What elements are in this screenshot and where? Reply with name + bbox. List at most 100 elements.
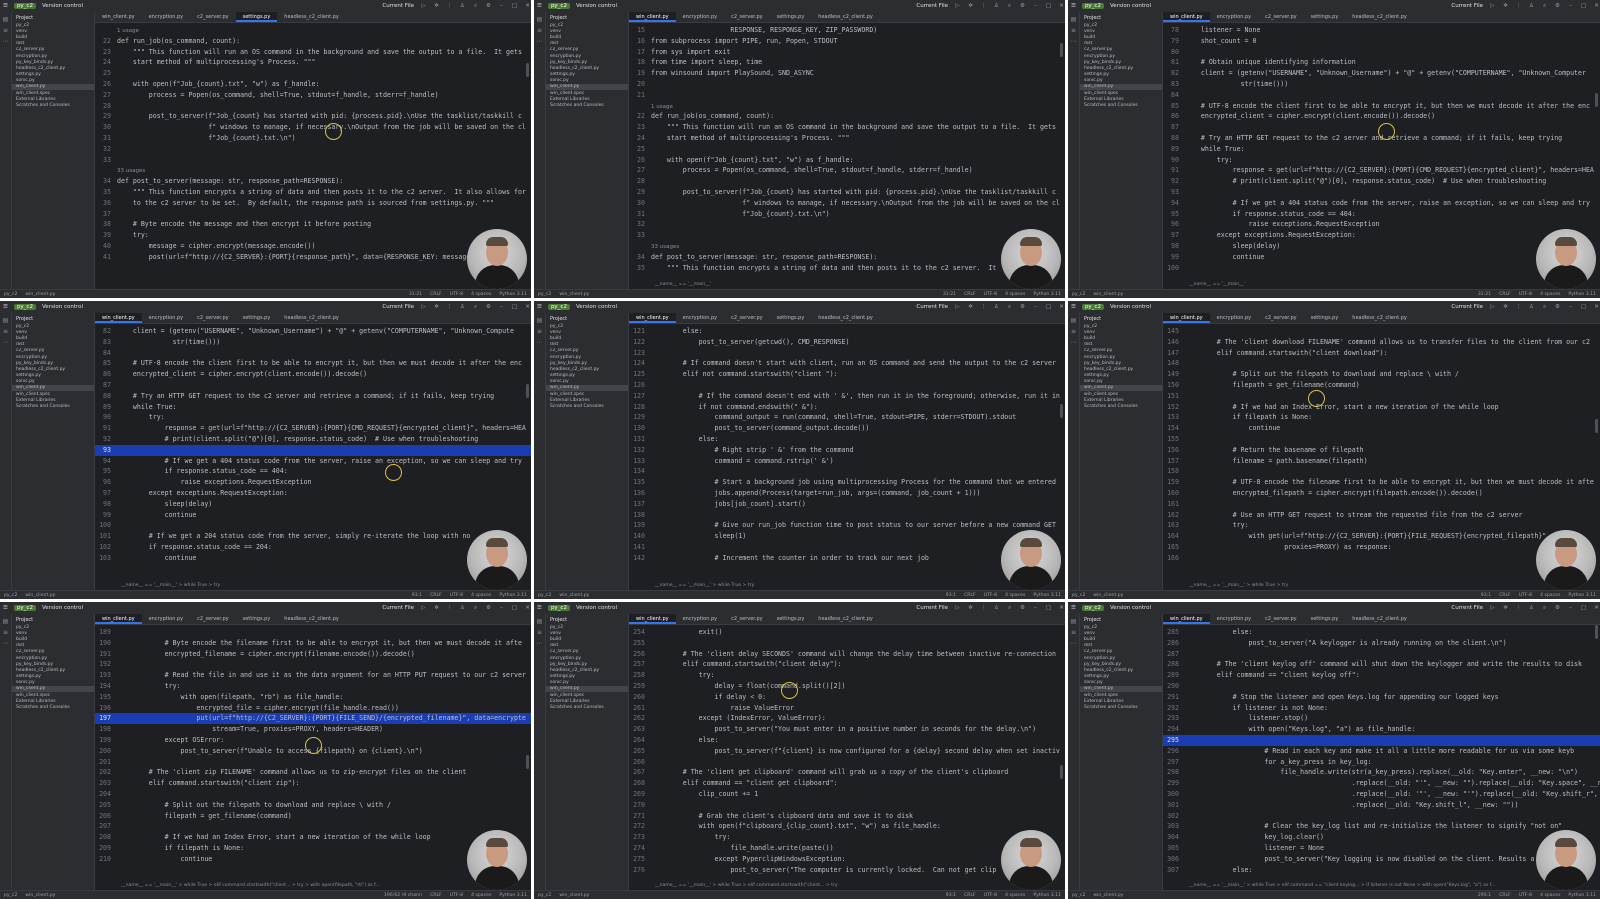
structure-icon[interactable]: ≡: [534, 629, 545, 636]
editor-tab[interactable]: c2_server.py: [1258, 313, 1304, 323]
status-item[interactable]: UTF-8: [450, 893, 463, 898]
minimize-icon[interactable]: –: [1567, 3, 1574, 9]
minimize-icon[interactable]: –: [1032, 304, 1039, 310]
debug-icon[interactable]: ✲: [433, 3, 440, 9]
status-item[interactable]: UTF-8: [450, 593, 463, 598]
run-config-selector[interactable]: Current File: [916, 605, 948, 611]
vcs-menu[interactable]: Version control: [1110, 605, 1151, 611]
editor-tab[interactable]: encryption.py: [142, 614, 190, 624]
structure-icon[interactable]: ≡: [0, 328, 11, 335]
run-icon[interactable]: ▷: [1489, 605, 1496, 611]
status-item[interactable]: Python 3.11: [1568, 593, 1596, 598]
editor-tab[interactable]: encryption.py: [676, 614, 724, 624]
status-item[interactable]: win_client.py: [1093, 893, 1123, 898]
more-tools-icon[interactable]: ⋯: [1068, 640, 1079, 647]
editor-tab[interactable]: c2_server.py: [1258, 614, 1304, 624]
debug-icon[interactable]: ✲: [433, 304, 440, 310]
status-item[interactable]: py_c2: [1072, 292, 1085, 297]
code-editor[interactable]: 1 usage 22 def run_job(os_command, count):…: [95, 23, 531, 289]
status-item[interactable]: win_client.py: [25, 593, 55, 598]
debug-icon[interactable]: ✲: [967, 605, 974, 611]
folder-icon[interactable]: ▤: [0, 317, 11, 324]
editor-tab[interactable]: headless_c2_client.py: [277, 313, 346, 323]
editor-tab[interactable]: c2_server.py: [190, 12, 236, 22]
status-item[interactable]: py_c2: [538, 292, 551, 297]
editor-tab[interactable]: c2_server.py: [724, 313, 770, 323]
close-icon[interactable]: ✕: [524, 304, 531, 310]
menu-icon[interactable]: ☰: [1071, 3, 1076, 9]
structure-icon[interactable]: ≡: [1068, 328, 1079, 335]
breadcrumb[interactable]: [95, 281, 531, 289]
debug-icon[interactable]: ✲: [1502, 605, 1509, 611]
more-tools-icon[interactable]: ⋯: [534, 640, 545, 647]
project-switcher[interactable]: py_c2: [1081, 304, 1104, 310]
project-switcher[interactable]: py_c2: [547, 304, 570, 310]
status-item[interactable]: CRLF: [964, 292, 976, 297]
project-tree-item[interactable]: Scratches and Consoles: [1080, 102, 1162, 108]
settings-icon[interactable]: ⚙: [1554, 3, 1561, 9]
editor-tab[interactable]: win_client.py: [1163, 313, 1210, 323]
run-icon[interactable]: ▷: [954, 3, 961, 9]
status-item[interactable]: win_client.py: [25, 292, 55, 297]
editor-tab[interactable]: settings.py: [1304, 614, 1346, 624]
more-icon[interactable]: ⋮: [980, 605, 987, 611]
run-config-selector[interactable]: Current File: [916, 304, 948, 310]
more-icon[interactable]: ⋮: [1515, 605, 1522, 611]
close-icon[interactable]: ✕: [1593, 304, 1600, 310]
project-switcher[interactable]: py_c2: [13, 3, 36, 9]
minimize-icon[interactable]: –: [1032, 605, 1039, 611]
status-item[interactable]: py_c2: [4, 893, 17, 898]
editor-tab[interactable]: settings.py: [235, 12, 278, 22]
status-item[interactable]: Python 3.11: [499, 593, 527, 598]
run-icon[interactable]: ▷: [954, 605, 961, 611]
status-item[interactable]: win_client.py: [1093, 593, 1123, 598]
user-icon[interactable]: ♙: [993, 304, 1000, 310]
status-item[interactable]: UTF-8: [1519, 593, 1532, 598]
maximize-icon[interactable]: □: [511, 304, 518, 310]
editor-tab[interactable]: headless_c2_client.py: [277, 12, 346, 22]
status-item[interactable]: 31:21: [409, 292, 422, 297]
editor-tab[interactable]: settings.py: [770, 12, 812, 22]
editor-tab[interactable]: win_client.py: [1163, 614, 1210, 624]
project-switcher[interactable]: py_c2: [547, 605, 570, 611]
breadcrumb[interactable]: __name__ == '__main__' > while True > tr…: [95, 582, 531, 590]
project-switcher[interactable]: py_c2: [1081, 3, 1104, 9]
status-item[interactable]: CRLF: [430, 593, 442, 598]
settings-icon[interactable]: ⚙: [1019, 605, 1026, 611]
more-icon[interactable]: ⋮: [446, 3, 453, 9]
folder-icon[interactable]: ▤: [0, 618, 11, 625]
editor-tab[interactable]: win_client.py: [629, 12, 676, 22]
structure-icon[interactable]: ≡: [0, 629, 11, 636]
status-item[interactable]: 196:62 (9 chars): [384, 893, 422, 898]
editor-tab[interactable]: settings.py: [1304, 12, 1346, 22]
more-tools-icon[interactable]: ⋯: [1068, 38, 1079, 45]
user-icon[interactable]: ♙: [993, 605, 1000, 611]
editor-tab[interactable]: settings.py: [1304, 313, 1346, 323]
search-icon[interactable]: ⌕: [1006, 304, 1013, 311]
more-tools-icon[interactable]: ⋯: [0, 640, 11, 647]
more-icon[interactable]: ⋮: [980, 3, 987, 9]
code-editor[interactable]: 189 190 # Byte encode the filename first …: [95, 625, 531, 890]
code-editor[interactable]: 254 exit() 255 256 # The 'client delay SEC…: [629, 625, 1065, 890]
code-editor[interactable]: 145 146 # The 'client download FILENAME' …: [1163, 324, 1600, 590]
search-icon[interactable]: ⌕: [472, 3, 479, 10]
settings-icon[interactable]: ⚙: [1019, 3, 1026, 9]
status-item[interactable]: 4 spaces: [1005, 292, 1025, 297]
maximize-icon[interactable]: □: [1580, 605, 1587, 611]
vcs-menu[interactable]: Version control: [576, 605, 617, 611]
editor-tab[interactable]: encryption.py: [676, 313, 724, 323]
project-tree-item[interactable]: Scratches and Consoles: [546, 403, 628, 409]
editor-scrollbar[interactable]: [1595, 419, 1598, 433]
editor-tab[interactable]: headless_c2_client.py: [1345, 12, 1414, 22]
editor-tab[interactable]: c2_server.py: [724, 614, 770, 624]
settings-icon[interactable]: ⚙: [485, 304, 492, 310]
editor-tab[interactable]: headless_c2_client.py: [811, 12, 880, 22]
status-item[interactable]: win_client.py: [25, 893, 55, 898]
project-tree-item[interactable]: Scratches and Consoles: [1080, 704, 1162, 710]
editor-tab[interactable]: encryption.py: [1210, 313, 1258, 323]
editor-tab[interactable]: win_client.py: [95, 313, 142, 323]
status-item[interactable]: 31:21: [1478, 292, 1491, 297]
minimize-icon[interactable]: –: [1032, 3, 1039, 9]
editor-tab[interactable]: c2_server.py: [190, 614, 236, 624]
breadcrumb[interactable]: __name__ == '__main__' > while True > el…: [1163, 882, 1600, 890]
